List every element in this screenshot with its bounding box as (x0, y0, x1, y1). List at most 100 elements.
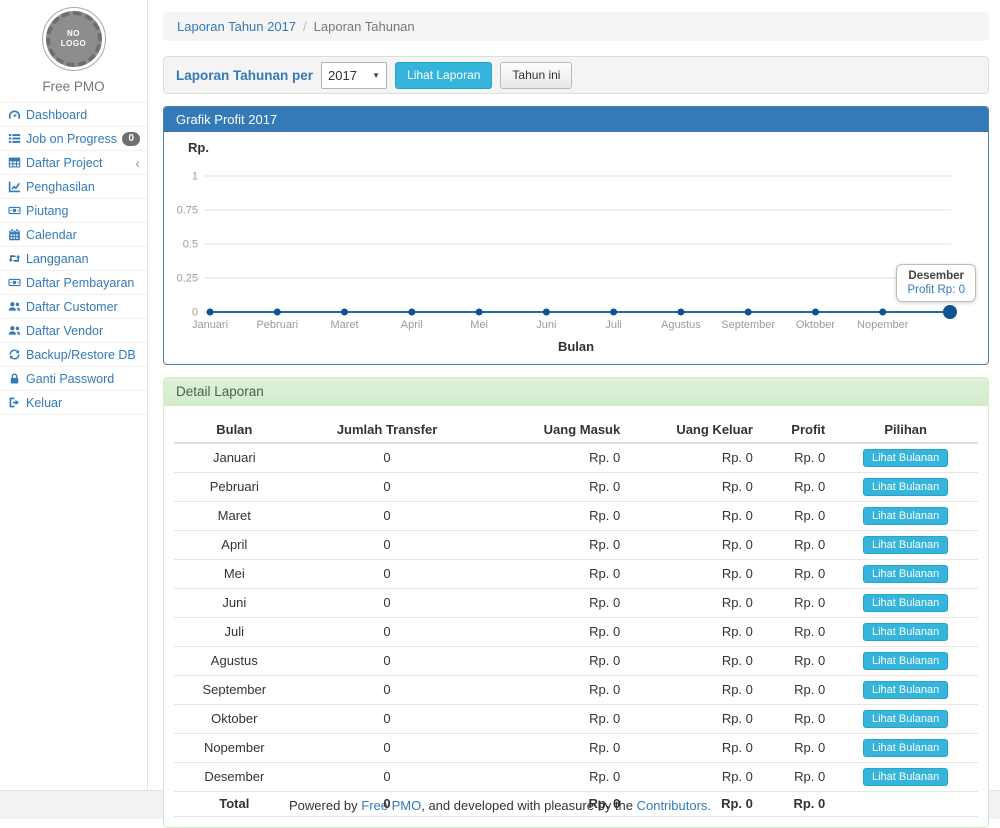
data-point[interactable] (543, 309, 550, 316)
data-point[interactable] (476, 309, 483, 316)
sidebar-item-label: Job on Progress (26, 132, 117, 146)
table-row: Juni0Rp. 0Rp. 0Rp. 0Lihat Bulanan (174, 589, 978, 618)
cell-uang_keluar: Rp. 0 (628, 676, 761, 705)
sidebar-item-piutang[interactable]: Piutang (0, 199, 147, 223)
y-tick-label: 0 (192, 307, 198, 319)
lihat-bulanan-button[interactable]: Lihat Bulanan (863, 536, 948, 554)
breadcrumb-link-laporan-tahun[interactable]: Laporan Tahun 2017 (177, 19, 296, 34)
tahun-ini-button[interactable]: Tahun ini (500, 62, 572, 89)
sidebar-item-label: Ganti Password (26, 372, 114, 386)
lihat-bulanan-button[interactable]: Lihat Bulanan (863, 478, 948, 496)
lihat-bulanan-button[interactable]: Lihat Bulanan (863, 594, 948, 612)
y-tick-label: 0.5 (183, 239, 198, 251)
cell-uang_masuk: Rp. 0 (480, 676, 629, 705)
sidebar-item-keluar[interactable]: Keluar (0, 391, 147, 415)
sidebar-item: Daftar Vendor (0, 319, 147, 343)
sidebar-item-label: Daftar Customer (26, 300, 118, 314)
lihat-bulanan-button[interactable]: Lihat Bulanan (863, 739, 948, 757)
sidebar-item: Dashboard (0, 103, 147, 127)
lihat-bulanan-button[interactable]: Lihat Bulanan (863, 768, 948, 786)
cell-uang_keluar: Rp. 0 (628, 618, 761, 647)
x-tick-label: Pebruari (256, 319, 298, 331)
sidebar-item-dashboard[interactable]: Dashboard (0, 103, 147, 127)
cell-uang_keluar: Rp. 0 (628, 531, 761, 560)
logo-area: NOLOGO Free PMO (0, 0, 147, 94)
tachometer-icon (7, 108, 21, 121)
data-point[interactable] (274, 309, 281, 316)
cell-jumlah_transfer: 0 (295, 734, 480, 763)
data-point-highlighted[interactable] (943, 305, 957, 319)
column-header: Uang Keluar (628, 418, 761, 443)
chevron-left-icon: ‹ (135, 158, 140, 168)
cell-jumlah_transfer: 0 (295, 502, 480, 531)
sidebar-item-job-on-progress[interactable]: Job on Progress0 (0, 127, 147, 151)
chart-svg: 00.250.50.751JanuariPebruariMaretAprilMe… (174, 156, 978, 334)
lihat-bulanan-button[interactable]: Lihat Bulanan (863, 565, 948, 583)
app-layout: NOLOGO Free PMO DashboardJob on Progress… (0, 0, 1000, 790)
lihat-bulanan-button[interactable]: Lihat Bulanan (863, 623, 948, 641)
sidebar-item-backup-restore-db[interactable]: Backup/Restore DB (0, 343, 147, 367)
data-point[interactable] (341, 309, 348, 316)
sidebar-item: Piutang (0, 199, 147, 223)
cell-bulan: Agustus (174, 647, 295, 676)
cell-profit: Rp. 0 (761, 443, 833, 473)
sidebar-item-ganti-password[interactable]: Ganti Password (0, 367, 147, 391)
lihat-bulanan-button[interactable]: Lihat Bulanan (863, 507, 948, 525)
report-table: BulanJumlah TransferUang MasukUang Kelua… (174, 418, 978, 817)
lihat-bulanan-button[interactable]: Lihat Bulanan (863, 681, 948, 699)
column-header: Uang Masuk (480, 418, 629, 443)
cell-profit: Rp. 0 (761, 705, 833, 734)
sidebar: NOLOGO Free PMO DashboardJob on Progress… (0, 0, 148, 790)
total-cell-empty (833, 792, 978, 817)
data-point[interactable] (677, 309, 684, 316)
cell-action: Lihat Bulanan (833, 618, 978, 647)
data-point[interactable] (745, 309, 752, 316)
sidebar-item: Calendar (0, 223, 147, 247)
sidebar-item-label: Calendar (26, 228, 77, 242)
table-row: Januari0Rp. 0Rp. 0Rp. 0Lihat Bulanan (174, 443, 978, 473)
data-point[interactable] (408, 309, 415, 316)
sidebar-item-calendar[interactable]: Calendar (0, 223, 147, 247)
lihat-bulanan-button[interactable]: Lihat Bulanan (863, 652, 948, 670)
sidebar-item-daftar-vendor[interactable]: Daftar Vendor (0, 319, 147, 343)
table-body: Januari0Rp. 0Rp. 0Rp. 0Lihat BulananPebr… (174, 443, 978, 817)
cell-uang_keluar: Rp. 0 (628, 705, 761, 734)
lihat-bulanan-button[interactable]: Lihat Bulanan (863, 449, 948, 467)
cell-action: Lihat Bulanan (833, 647, 978, 676)
users-icon (7, 324, 21, 337)
sidebar-item-label: Daftar Vendor (26, 324, 103, 338)
cell-profit: Rp. 0 (761, 502, 833, 531)
line-chart-icon (7, 180, 21, 193)
table-row: Nopember0Rp. 0Rp. 0Rp. 0Lihat Bulanan (174, 734, 978, 763)
lihat-laporan-button[interactable]: Lihat Laporan (395, 62, 492, 89)
sidebar-item-penghasilan[interactable]: Penghasilan (0, 175, 147, 199)
breadcrumb-separator: / (303, 19, 307, 34)
cell-uang_masuk: Rp. 0 (480, 618, 629, 647)
data-point[interactable] (207, 309, 214, 316)
x-tick-label: September (721, 319, 775, 331)
list-icon (7, 132, 21, 145)
data-point[interactable] (879, 309, 886, 316)
sidebar-item: Langganan (0, 247, 147, 271)
data-point[interactable] (812, 309, 819, 316)
cell-action: Lihat Bulanan (833, 734, 978, 763)
cell-bulan: Desember (174, 763, 295, 792)
table-row: Juli0Rp. 0Rp. 0Rp. 0Lihat Bulanan (174, 618, 978, 647)
cell-profit: Rp. 0 (761, 560, 833, 589)
cell-profit: Rp. 0 (761, 589, 833, 618)
year-select[interactable]: 2017 ▼ (321, 62, 387, 89)
data-point[interactable] (610, 309, 617, 316)
sidebar-item-daftar-pembayaran[interactable]: Daftar Pembayaran (0, 271, 147, 295)
sidebar-item-daftar-project[interactable]: Daftar Project‹ (0, 151, 147, 175)
cell-bulan: Oktober (174, 705, 295, 734)
lihat-bulanan-button[interactable]: Lihat Bulanan (863, 710, 948, 728)
total-cell-profit: Rp. 0 (761, 792, 833, 817)
sidebar-item-daftar-customer[interactable]: Daftar Customer (0, 295, 147, 319)
chart-panel-title: Grafik Profit 2017 (164, 107, 988, 132)
cell-action: Lihat Bulanan (833, 473, 978, 502)
main-content: Laporan Tahun 2017/Laporan Tahunan Lapor… (148, 0, 1000, 790)
sidebar-item-langganan[interactable]: Langganan (0, 247, 147, 271)
breadcrumb-current: Laporan Tahunan (314, 19, 415, 34)
cell-uang_masuk: Rp. 0 (480, 647, 629, 676)
users-icon (7, 300, 21, 313)
